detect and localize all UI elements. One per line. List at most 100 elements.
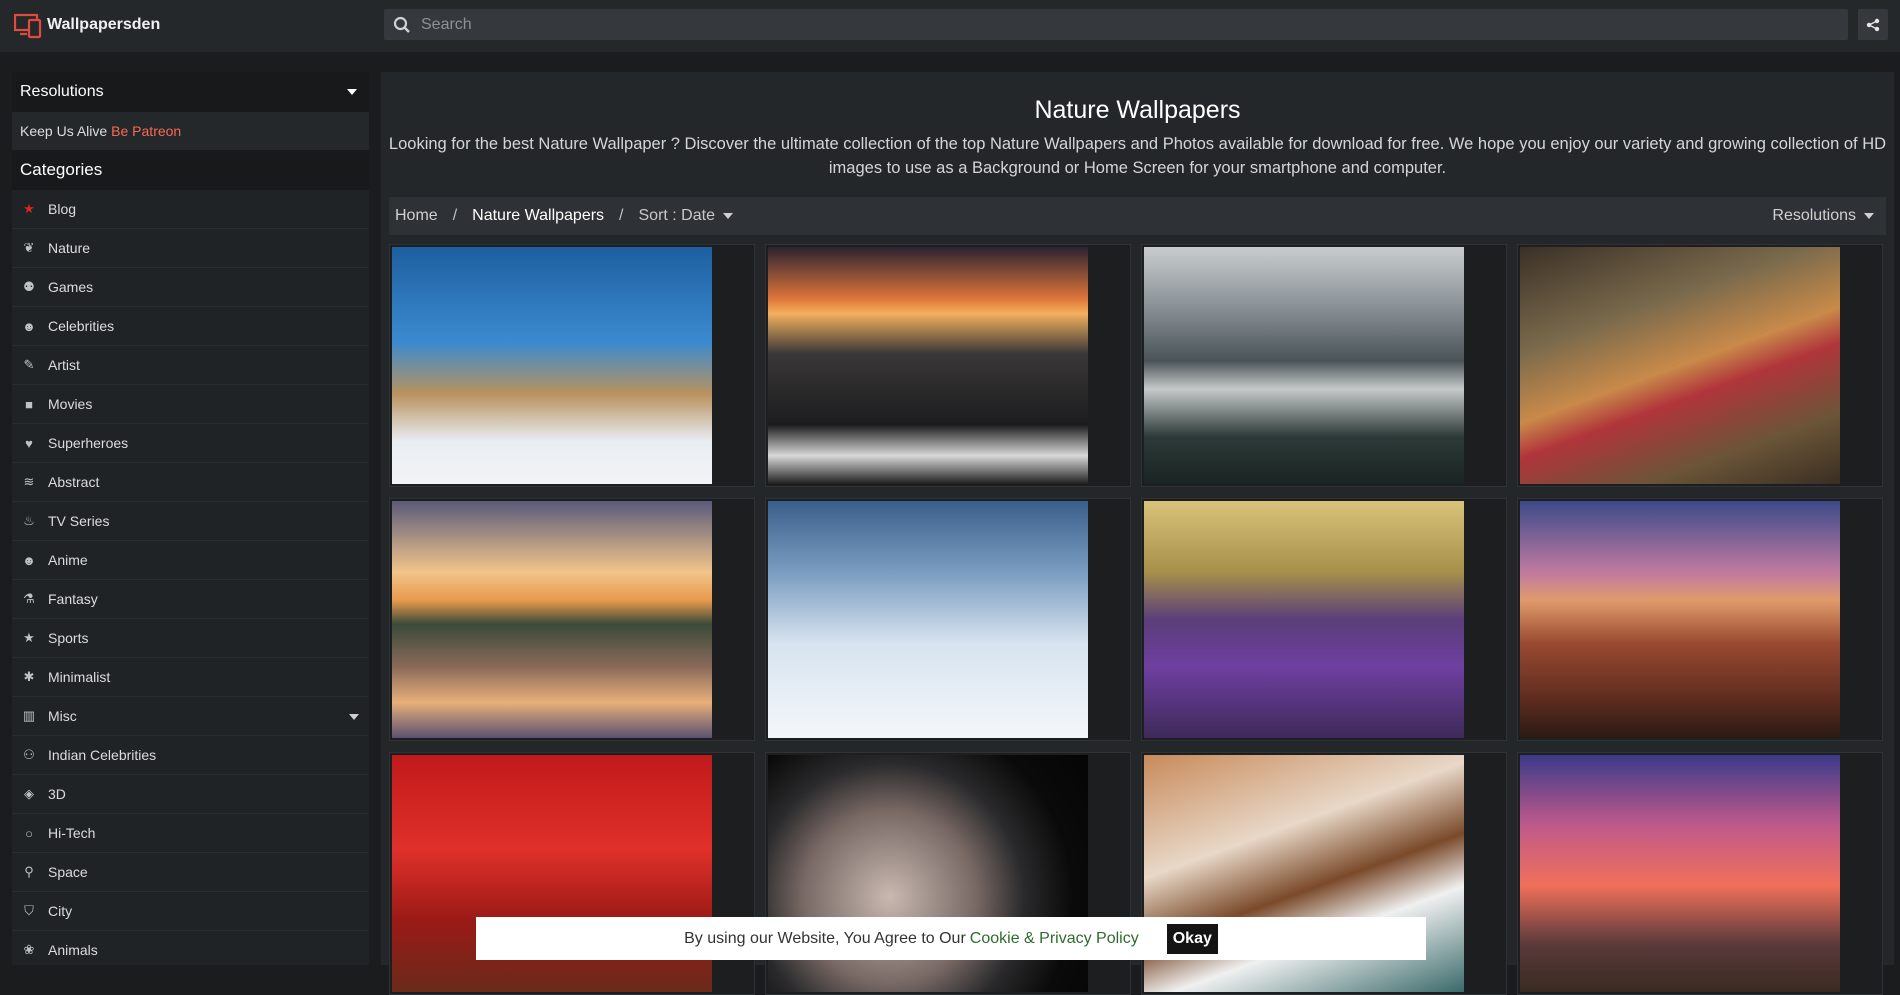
wallpaper-card[interactable]: [1141, 498, 1507, 741]
wallpaper-card[interactable]: [1517, 498, 1883, 741]
sidebar-item-games[interactable]: ⚉ Games: [12, 268, 369, 307]
sidebar-item-label: Artist: [48, 357, 80, 373]
sidebar-item-label: Movies: [48, 396, 93, 412]
sidebar-item-indian-celebrities[interactable]: ⚇ Indian Celebrities: [12, 736, 369, 775]
sidebar-item-anime[interactable]: ☻ Anime: [12, 541, 369, 580]
share-button[interactable]: [1858, 9, 1888, 40]
chevron-down-icon[interactable]: [349, 714, 359, 720]
cube-icon: ◈: [24, 786, 34, 801]
sidebar-item-superheroes[interactable]: ♥ Superheroes: [12, 424, 369, 463]
gamepad-icon: ⚉: [23, 279, 35, 294]
wand-icon: ⚗: [23, 591, 35, 606]
wallpaper-card[interactable]: [765, 498, 1131, 741]
wallpaper-card[interactable]: [389, 244, 755, 487]
chevron-down-icon: [722, 213, 733, 219]
sidebar-item-label: Anime: [48, 552, 88, 568]
patreon-link[interactable]: Be Patreon: [111, 123, 181, 139]
wallpaper-thumbnail[interactable]: [1520, 501, 1840, 738]
site-name: Wallpapersden: [47, 16, 161, 33]
sidebar-item-movies[interactable]: ■ Movies: [12, 385, 369, 424]
search-input[interactable]: [419, 14, 1823, 35]
wallpaper-thumbnail[interactable]: [392, 501, 712, 738]
asterisk-icon: ✱: [23, 669, 35, 684]
sidebar-item-label: Nature: [48, 240, 91, 256]
sidebar-item-hi-tech[interactable]: ○ Hi-Tech: [12, 814, 369, 853]
breadcrumb-home[interactable]: Home: [395, 207, 438, 225]
pin-icon: ⚲: [24, 864, 34, 879]
devices-logo-icon: [14, 13, 42, 39]
star-icon: ★: [23, 201, 35, 216]
sidebar-item-minimalist[interactable]: ✱ Minimalist: [12, 658, 369, 697]
resolutions-filter[interactable]: Resolutions: [1772, 207, 1874, 225]
sidebar-item-sports[interactable]: ★ Sports: [12, 619, 369, 658]
sidebar-item-label: Fantasy: [48, 591, 98, 607]
sidebar-item-space[interactable]: ⚲ Space: [12, 853, 369, 892]
sidebar-item-3d[interactable]: ◈ 3D: [12, 775, 369, 814]
wallpaper-thumbnail[interactable]: [1144, 247, 1464, 484]
heart-icon: ♥: [25, 435, 33, 451]
sidebar-item-city[interactable]: ⛉ City: [12, 892, 369, 931]
leaf-icon: ❦: [23, 240, 35, 255]
sidebar-item-label: TV Series: [48, 513, 110, 529]
sidebar-item-label: Blog: [48, 201, 77, 217]
sidebar-item-label: Animals: [48, 942, 98, 958]
site-logo[interactable]: Wallpapersden: [14, 11, 160, 39]
patreon-text: Keep Us Alive: [20, 123, 108, 139]
sidebar-item-label: Hi-Tech: [48, 825, 96, 841]
wallpaper-card[interactable]: [1141, 244, 1507, 487]
sidebar-item-label: Space: [48, 864, 88, 880]
resolutions-dropdown[interactable]: Resolutions: [12, 72, 369, 112]
wallpaper-card[interactable]: [389, 498, 755, 741]
wallpaper-thumbnail[interactable]: [1520, 247, 1840, 484]
page-description: Looking for the best Nature Wallpaper ? …: [388, 135, 1887, 177]
sidebar-item-label: Games: [48, 279, 94, 295]
sidebar-item-animals[interactable]: ❀ Animals: [12, 931, 369, 965]
sidebar-item-abstract[interactable]: ≋ Abstract: [12, 463, 369, 502]
sidebar-item-blog[interactable]: ★ Blog: [12, 190, 369, 229]
category-list: ★ Blog ❦ Nature ⚉ Games ☻ Celebrities ✎ Artist ■ Mo…: [12, 190, 369, 965]
brush-icon: ✎: [23, 357, 35, 372]
fire-icon: ♨: [23, 513, 35, 528]
resolutions-filter-label: Resolutions: [1772, 207, 1856, 224]
cookie-okay-button[interactable]: Okay: [1166, 923, 1218, 954]
wallpaper-thumbnail[interactable]: [1144, 501, 1464, 738]
wallpaper-thumbnail[interactable]: [768, 247, 1088, 484]
wallpaper-thumbnail[interactable]: [1520, 755, 1840, 992]
cookie-policy-link[interactable]: Cookie & Privacy Policy: [970, 930, 1139, 948]
wallpaper-card[interactable]: [1517, 752, 1883, 995]
wallpaper-card[interactable]: [1517, 244, 1883, 487]
wallpaper-thumbnail[interactable]: [392, 247, 712, 484]
sidebar: Resolutions Keep Us Alive Be Patreon Cat…: [12, 72, 369, 965]
sidebar-item-label: City: [48, 903, 73, 919]
building-icon: ▥: [22, 708, 36, 723]
resolutions-label: Resolutions: [20, 83, 104, 100]
sidebar-item-label: Minimalist: [48, 669, 111, 685]
star-icon: ★: [23, 630, 35, 645]
breadcrumb-separator: /: [452, 207, 458, 224]
video-icon: ■: [25, 396, 33, 412]
breadcrumb-current[interactable]: Nature Wallpapers: [472, 207, 604, 225]
sidebar-item-artist[interactable]: ✎ Artist: [12, 346, 369, 385]
sidebar-item-misc[interactable]: ▥ Misc: [12, 697, 369, 736]
sidebar-item-label: Indian Celebrities: [48, 747, 157, 763]
chevron-down-icon: [347, 89, 357, 95]
sidebar-item-celebrities[interactable]: ☻ Celebrities: [12, 307, 369, 346]
sort-label: Sort : Date: [638, 207, 715, 224]
users-icon: ⚇: [23, 747, 35, 762]
sidebar-item-label: Superheroes: [48, 435, 129, 451]
sidebar-item-label: Abstract: [48, 474, 100, 490]
wallpaper-thumbnail[interactable]: [768, 501, 1088, 738]
categories-heading: Categories: [12, 150, 369, 190]
cookie-banner: By using our Website, You Agree to Our C…: [476, 917, 1426, 960]
smile-icon: ☻: [22, 318, 36, 334]
search-bar[interactable]: [384, 9, 1848, 40]
sidebar-item-tv-series[interactable]: ♨ TV Series: [12, 502, 369, 541]
shield-icon: ⛉: [24, 903, 34, 918]
share-icon: [1866, 18, 1880, 31]
sidebar-item-label: Celebrities: [48, 318, 115, 334]
sort-dropdown[interactable]: Sort : Date: [639, 207, 733, 225]
sidebar-item-nature[interactable]: ❦ Nature: [12, 229, 369, 268]
sidebar-item-fantasy[interactable]: ⚗ Fantasy: [12, 580, 369, 619]
wallpaper-card[interactable]: [765, 244, 1131, 487]
breadcrumb-separator: /: [619, 207, 624, 224]
